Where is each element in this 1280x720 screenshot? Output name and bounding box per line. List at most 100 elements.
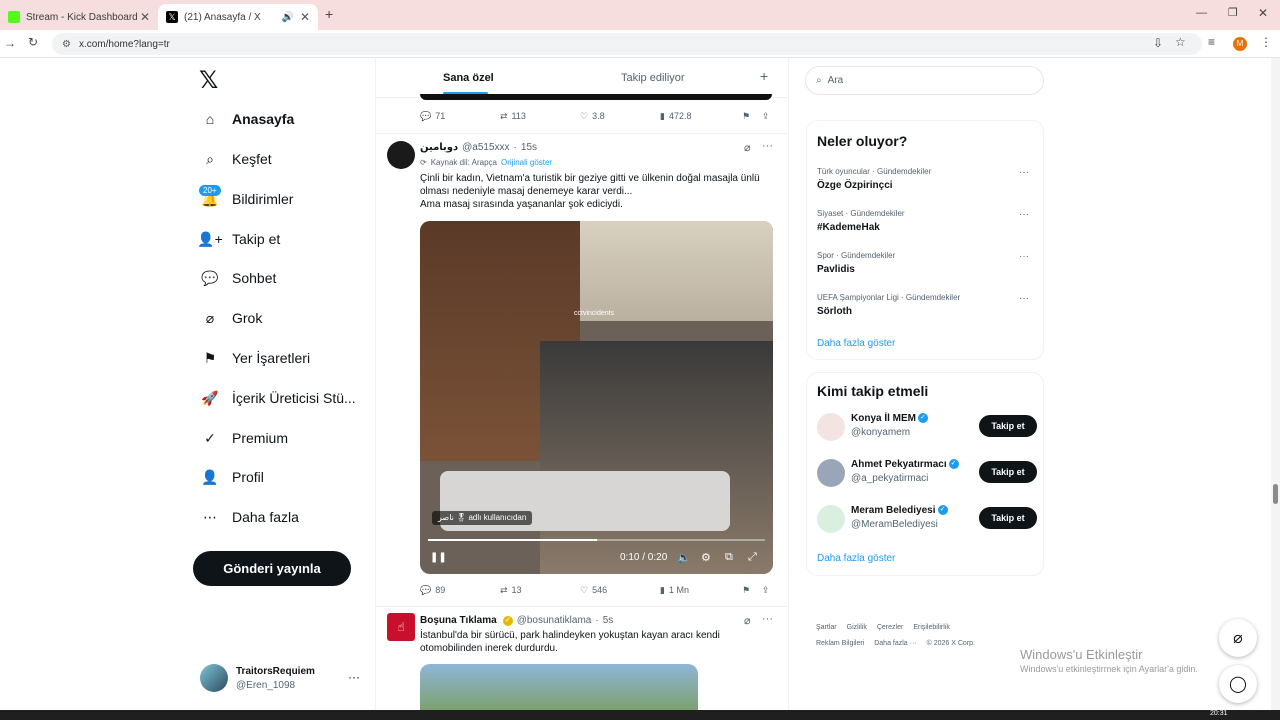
nav-item-6[interactable]: ⚑ Yer İşaretleri [196,340,310,376]
more-dots-icon[interactable]: ··· [1019,251,1029,262]
footer-link[interactable]: Erişilebilirlik [913,624,950,631]
author-handle[interactable]: @bosunatiklama [517,615,592,626]
nav-item-3[interactable]: 👤+ Takip et [196,221,280,257]
grok-icon[interactable]: ⌀ [744,141,751,154]
video-player[interactable]: cctvincidents ناصر 🎖 adlı kullanıcıdan ❚… [420,221,773,574]
footer-link[interactable]: Gizlilik [847,624,867,631]
menu-kebab-icon[interactable]: ⋮ [1260,35,1272,49]
search-input[interactable]: ⌕ Ara [805,66,1044,95]
author-handle[interactable]: @a515xxx [462,142,509,153]
settings-icon[interactable]: ⚙ [701,551,711,564]
tweet-text-line: Ama masaj sırasında yaşananlar şok edici… [420,199,623,210]
post-button[interactable]: Gönderi yayınla [193,551,351,586]
footer-link[interactable]: © 2026 X Corp. [927,640,975,647]
trends-card: Neler oluyor? Türk oyuncular · Gündemdek… [806,120,1044,360]
tab-x-home[interactable]: 𝕏 (21) Anasayfa / X 🔊 ✕ [158,4,318,30]
tweet-time[interactable]: 5s [603,615,614,626]
share-icon[interactable]: ⇪ [762,585,770,596]
tab-for-you[interactable]: Sana özel [443,72,494,84]
restore-button[interactable]: ❐ [1228,6,1238,19]
tab-following[interactable]: Takip ediliyor [621,72,685,84]
follow-button[interactable]: Takip et [979,461,1037,483]
close-tab-icon[interactable]: ✕ [140,10,150,24]
who-to-follow-item[interactable]: Meram Belediyesi ✓ @MeramBelediyesi Takip e… [817,503,1037,535]
site-settings-icon[interactable]: ⚙ [62,39,71,50]
repost-button[interactable]: ⇄ 13 [500,585,522,596]
minimize-button[interactable]: — [1196,7,1207,19]
footer-link[interactable]: Daha fazla ··· [874,640,916,647]
media-control-icon[interactable]: ≡ [1208,35,1215,49]
forward-icon[interactable]: → [4,36,16,50]
more-dots-icon[interactable]: ··· [1019,209,1029,220]
page-scrollbar[interactable] [1271,58,1280,710]
tweet-avatar[interactable]: ☝ [387,613,415,641]
nav-item-8[interactable]: ✓ Premium [196,420,288,456]
bookmark-icon[interactable]: ⚑ [742,585,750,596]
views-button[interactable]: ▮ 472.8 [660,111,691,122]
nav-item-10[interactable]: ⋯ Daha fazla [196,499,299,535]
who-show-more-link[interactable]: Daha fazla göster [817,553,895,564]
follow-button[interactable]: Takip et [979,507,1037,529]
trend-item[interactable]: Spor · Gündemdekiler Pavlidis ··· [817,251,1033,275]
footer-link[interactable]: Çerezler [877,624,903,631]
star-icon[interactable]: ☆ [1175,35,1186,49]
trend-item[interactable]: UEFA Şampiyonlar Ligi · Gündemdekiler Sör… [817,293,1033,317]
tab-kick-dashboard[interactable]: Stream - Kick Dashboard ✕ [0,4,158,30]
scrollbar-thumb[interactable] [1273,484,1278,504]
more-dots-icon[interactable]: ··· [1019,293,1029,304]
bookmark-icon[interactable]: ⚑ [742,111,750,122]
reply-button[interactable]: 💬 71 [420,111,445,122]
more-dots-icon[interactable]: ··· [1019,167,1029,178]
share-icon[interactable]: ⇪ [762,111,770,122]
grok-float-button[interactable]: ⌀ [1219,619,1257,657]
more-dots-icon[interactable]: ··· [762,613,773,625]
author-name[interactable]: Boşuna Tıklama [420,615,497,626]
nav-item-5[interactable]: ⌀ Grok [196,300,263,336]
show-original-link[interactable]: Orijinali göster [501,158,552,167]
taskbar-clock[interactable]: 20:31 [1210,710,1228,718]
nav-item-9[interactable]: 👤 Profil [196,459,264,495]
tweet-avatar[interactable] [387,141,415,169]
author-name[interactable]: دوبامين [420,142,458,153]
reply-button[interactable]: 💬 89 [420,585,445,596]
profile-avatar[interactable]: M [1233,37,1247,51]
speaker-icon[interactable]: 🔊 [282,12,294,23]
views-button[interactable]: ▮ 1 Mn [660,585,689,596]
account-switcher[interactable]: TraitorsRequiem @Eren_1098 ··· [200,664,365,696]
nav-item-4[interactable]: 💬 Sohbet [196,260,276,296]
video-frame-wallpaper [580,221,773,321]
messages-float-button[interactable]: ◯ [1219,665,1257,703]
repost-button[interactable]: ⇄ 113 [500,111,526,122]
more-dots-icon[interactable]: ··· [762,140,773,152]
reload-icon[interactable]: ↻ [28,35,38,49]
nav-item-1[interactable]: ⌕ Keşfet [196,141,272,177]
pip-icon[interactable]: ⧉ [725,551,733,564]
x-logo-icon[interactable]: 𝕏 [199,66,223,94]
footer-link[interactable]: Şartlar [816,624,837,631]
add-feed-icon[interactable]: + [760,68,768,84]
video-source-label[interactable]: ناصر 🎖 adlı kullanıcıdan [432,511,533,525]
close-window-button[interactable]: ✕ [1258,6,1268,20]
nav-item-0[interactable]: ⌂ Anasayfa [196,101,295,137]
nav-item-7[interactable]: 🚀 İçerik Üreticisi Stü... [196,380,355,416]
url-input[interactable]: ⚙ x.com/home?lang=tr [52,33,1202,55]
pause-icon[interactable]: ❚❚ [430,552,447,563]
who-to-follow-item[interactable]: Ahmet Pekyatırmacı ✓ @a_pekyatirmaci Takip … [817,457,1037,489]
install-app-icon[interactable]: ⇩ [1153,36,1163,50]
like-button[interactable]: ♡ 3.8 [580,111,605,122]
like-button[interactable]: ♡ 546 [580,585,607,596]
fullscreen-icon[interactable]: ⤢ [748,551,757,564]
follow-button[interactable]: Takip et [979,415,1037,437]
grok-icon[interactable]: ⌀ [744,614,751,627]
who-to-follow-item[interactable]: Konya İl MEM ✓ @konyamem Takip et [817,411,1037,443]
volume-icon[interactable]: 🔈 [677,551,691,564]
new-tab-button[interactable]: + [325,6,333,22]
more-dots-icon[interactable]: ··· [348,670,360,684]
close-tab-icon[interactable]: ✕ [300,10,310,24]
video-progress-track[interactable] [428,539,765,541]
trend-item[interactable]: Türk oyuncular · Gündemdekiler Özge Özpir… [817,167,1033,191]
footer-link[interactable]: Reklam Bilgileri [816,640,864,647]
trend-item[interactable]: Siyaset · Gündemdekiler #KademeHak ··· [817,209,1033,233]
trends-show-more-link[interactable]: Daha fazla göster [817,338,895,349]
tweet-time[interactable]: 15s [521,142,537,153]
